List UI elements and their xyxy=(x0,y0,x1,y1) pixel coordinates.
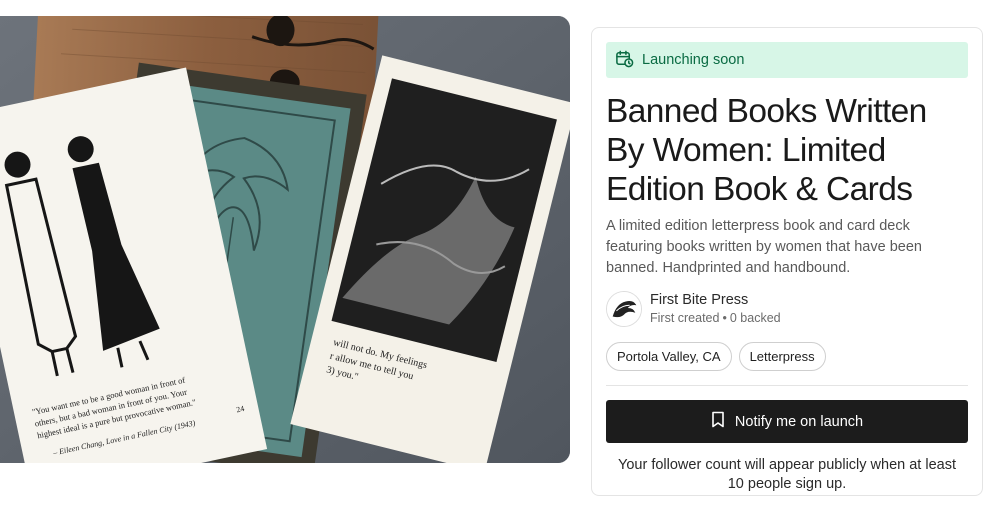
creator-name[interactable]: First Bite Press xyxy=(650,291,781,309)
divider xyxy=(606,385,968,386)
tag-list: Portola Valley, CA Letterpress xyxy=(606,342,968,371)
creator-meta: First created • 0 backed xyxy=(650,309,781,327)
tag-category[interactable]: Letterpress xyxy=(738,342,826,371)
notify-me-button[interactable]: Notify me on launch xyxy=(606,400,968,443)
project-info-card: Launching soon Banned Books Written By W… xyxy=(591,27,983,496)
first-created-label: First created xyxy=(650,311,720,325)
project-title: Banned Books Written By Women: Limited E… xyxy=(606,93,927,208)
hero-illustration: will not do. My feelings r allow me to t… xyxy=(0,16,570,463)
project-hero-image: will not do. My feelings r allow me to t… xyxy=(0,16,570,463)
project-description: A limited edition letterpress book and c… xyxy=(606,218,922,276)
creator-info[interactable]: First Bite Press First created • 0 backed xyxy=(606,291,968,327)
calendar-clock-icon xyxy=(615,49,634,72)
bookmark-icon xyxy=(711,411,725,432)
tag-location[interactable]: Portola Valley, CA xyxy=(606,342,732,371)
backed-count: 0 backed xyxy=(729,311,781,325)
status-badge: Launching soon xyxy=(606,42,968,78)
creator-avatar[interactable] xyxy=(606,291,642,327)
status-label: Launching soon xyxy=(642,52,745,68)
notify-me-label: Notify me on launch xyxy=(734,413,864,430)
follower-count-note: Your follower count will appear publicly… xyxy=(618,457,956,492)
meta-separator: • xyxy=(722,311,727,325)
